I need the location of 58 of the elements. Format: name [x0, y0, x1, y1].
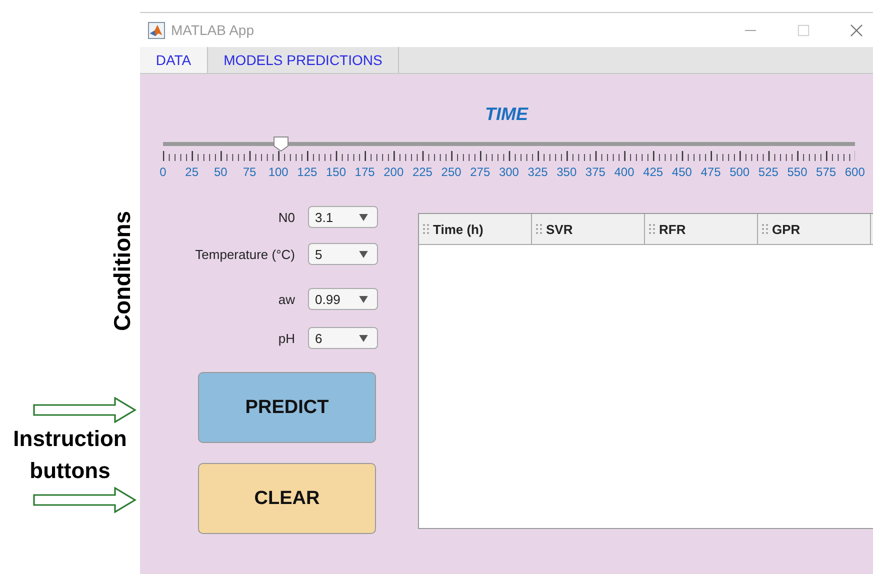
- tick-label: 600: [844, 165, 866, 179]
- field-label: N0: [278, 210, 295, 224]
- tick-label: 475: [700, 165, 722, 179]
- tick-label: 50: [213, 165, 228, 179]
- maximize-icon[interactable]: [797, 24, 810, 36]
- tick-label: 450: [670, 165, 693, 179]
- grip-icon: [536, 224, 542, 234]
- column-header[interactable]: SVR: [532, 214, 645, 244]
- field-label: pH: [278, 330, 295, 346]
- tick-label: 525: [757, 165, 780, 179]
- tick-label: 150: [324, 165, 347, 179]
- caret-icon: [359, 214, 368, 220]
- tick-label: 225: [411, 165, 434, 179]
- column-header[interactable]: Time (h): [419, 214, 532, 244]
- dropdown[interactable]: 3.1: [308, 206, 378, 228]
- dropdown[interactable]: 0.99: [308, 288, 378, 310]
- tick-label: 550: [786, 165, 808, 179]
- tick-label: 300: [498, 165, 520, 179]
- tick-label: 125: [296, 165, 318, 179]
- tick-label: 275: [469, 165, 492, 179]
- tick-label: 375: [584, 165, 606, 179]
- window-title: MATLAB App: [171, 22, 254, 38]
- tick-label: 400: [613, 165, 636, 179]
- tick-label: 350: [556, 165, 578, 179]
- dropdown[interactable]: 5: [308, 243, 378, 265]
- tick-label: 25: [184, 165, 200, 179]
- tick-label: 100: [267, 165, 290, 179]
- tick-label: 575: [815, 165, 838, 179]
- dropdown[interactable]: 6: [308, 327, 378, 349]
- arrow-icon: [33, 487, 137, 513]
- annotation-label: Conditions: [108, 210, 136, 331]
- tick-label: 250: [440, 165, 462, 179]
- tick-label: 0: [158, 165, 168, 179]
- grip-icon: [762, 224, 768, 234]
- action-button[interactable]: CLEAR: [198, 463, 376, 534]
- caret-icon: [359, 334, 368, 342]
- tick-label: 500: [728, 165, 751, 179]
- annotation-label: Instruction buttons: [12, 425, 128, 485]
- tick-label: 175: [354, 165, 376, 179]
- tick-label: 425: [642, 165, 664, 179]
- app-logo-icon: [148, 22, 165, 38]
- column-header[interactable]: GPR: [758, 214, 871, 244]
- caret-icon: [359, 250, 368, 258]
- grip-icon: [423, 224, 429, 234]
- tick-label: 75: [242, 165, 258, 179]
- tick-label: 325: [526, 165, 549, 179]
- column-header[interactable]: RFR: [645, 214, 758, 244]
- caret-icon: [359, 296, 368, 302]
- tick-label: 200: [382, 165, 405, 179]
- tab[interactable]: DATA: [140, 47, 208, 73]
- field-label: aw: [278, 292, 295, 306]
- slider-title: TIME: [485, 104, 528, 124]
- arrow-icon: [33, 397, 137, 423]
- action-button[interactable]: PREDICT: [198, 372, 376, 443]
- slider-thumb[interactable]: [273, 136, 290, 152]
- grip-icon: [649, 224, 655, 234]
- close-icon[interactable]: [850, 24, 863, 36]
- field-label: Temperature (°C): [195, 246, 295, 262]
